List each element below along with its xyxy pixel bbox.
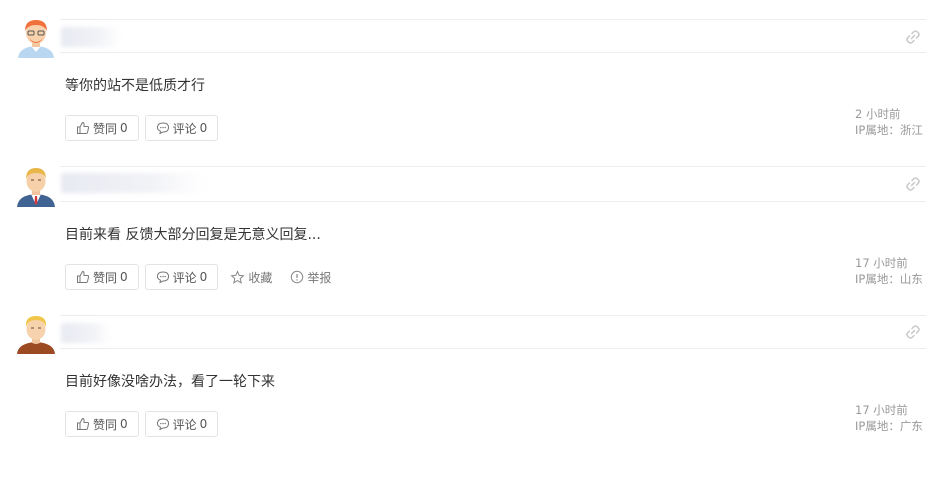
username-blurred [61, 173, 206, 193]
comment-button[interactable]: 评论 0 [144, 264, 219, 290]
comment-text: 等你的站不是低质才行 [65, 78, 205, 94]
male-avatar-blond-icon [17, 316, 55, 354]
timestamp: 17 小时前 [855, 403, 908, 417]
speech-bubble-icon [156, 271, 169, 284]
avatar[interactable] [15, 16, 57, 58]
warning-circle-icon [291, 270, 304, 284]
link-icon[interactable] [904, 323, 922, 341]
action-bar: 赞同 0 评论 0 [65, 411, 219, 437]
like-label: 赞同 [93, 417, 118, 432]
ip-location: IP属地：浙江 [855, 123, 923, 137]
avatar[interactable] [15, 312, 57, 354]
comment-count: 0 [199, 417, 208, 431]
comment-count: 0 [199, 121, 208, 135]
meta-info: 17 小时前 IP属地：山东 [855, 255, 923, 287]
comment-count: 0 [199, 270, 208, 284]
username-blurred [61, 27, 121, 47]
report-button[interactable]: 举报 [284, 264, 337, 290]
comment-text: 目前来看 反馈大部分回复是无意义回复... [65, 227, 321, 243]
like-label: 赞同 [93, 270, 118, 285]
comment-item: 等你的站不是低质才行 赞同 0 评论 0 2 小时前 IP属地：浙江 [0, 0, 952, 150]
like-count: 0 [120, 121, 128, 135]
male-avatar-red-hair-icon [18, 20, 54, 58]
thumbs-up-icon [77, 121, 90, 134]
comment-item: 目前来看 反馈大部分回复是无意义回复... 赞同 0 评论 0 收藏 举报 17… [0, 149, 952, 299]
timestamp: 2 小时前 [855, 107, 901, 121]
meta-info: 17 小时前 IP属地：广东 [855, 402, 923, 434]
action-bar: 赞同 0 评论 0 收藏 举报 [65, 264, 337, 290]
thumbs-up-icon [77, 417, 90, 430]
link-icon[interactable] [904, 28, 922, 46]
link-icon[interactable] [904, 175, 922, 193]
avatar[interactable] [15, 165, 57, 207]
speech-bubble-icon [156, 122, 169, 135]
favorite-label: 收藏 [248, 270, 273, 285]
action-bar: 赞同 0 评论 0 [65, 115, 219, 141]
like-count: 0 [120, 270, 128, 284]
header-divider-bottom [60, 348, 926, 349]
meta-info: 2 小时前 IP属地：浙江 [855, 106, 923, 138]
comment-button[interactable]: 评论 0 [144, 115, 219, 141]
speech-bubble-icon [156, 418, 169, 431]
like-button[interactable]: 赞同 0 [65, 115, 139, 141]
like-button[interactable]: 赞同 0 [65, 264, 139, 290]
comment-item: 目前好像没啥办法，看了一轮下来 赞同 0 评论 0 17 小时前 IP属地：广东 [0, 296, 952, 446]
comment-text: 目前好像没啥办法，看了一轮下来 [65, 374, 275, 390]
header-divider-bottom [60, 201, 926, 202]
like-button[interactable]: 赞同 0 [65, 411, 139, 437]
ip-location: IP属地：广东 [855, 419, 923, 433]
star-icon [230, 269, 245, 284]
comment-button[interactable]: 评论 0 [144, 411, 219, 437]
thumbs-up-icon [77, 270, 90, 283]
timestamp: 17 小时前 [855, 256, 908, 270]
male-avatar-suit-icon [17, 168, 55, 207]
like-label: 赞同 [93, 121, 118, 136]
comment-label: 评论 [172, 417, 197, 432]
username-blurred [61, 323, 111, 343]
header-divider-top [60, 315, 926, 316]
header-divider-bottom [60, 52, 926, 53]
like-count: 0 [120, 417, 128, 431]
ip-location: IP属地：山东 [855, 272, 923, 286]
header-divider-top [60, 19, 926, 20]
favorite-button[interactable]: 收藏 [224, 264, 278, 290]
comment-label: 评论 [172, 270, 197, 285]
report-label: 举报 [307, 270, 332, 285]
comment-label: 评论 [172, 121, 197, 136]
header-divider-top [60, 166, 926, 167]
